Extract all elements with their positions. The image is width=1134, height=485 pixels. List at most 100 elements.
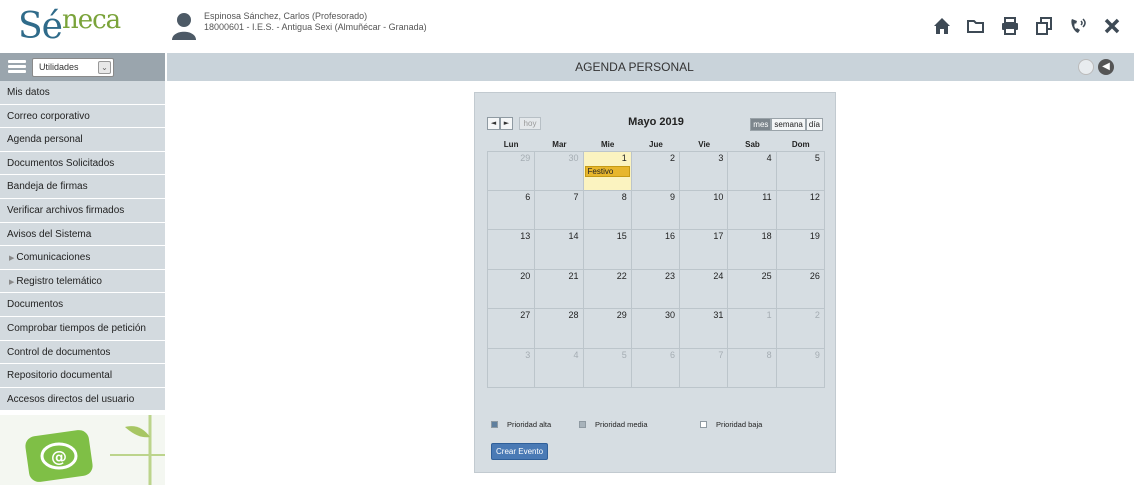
- sidebar-item-label: Documentos Solicitados: [7, 157, 115, 169]
- sidebar-item[interactable]: Avisos del Sistema: [0, 222, 165, 247]
- sidebar-item[interactable]: Control de documentos: [0, 340, 165, 365]
- calendar-day-cell[interactable]: 6: [631, 348, 681, 388]
- calendar-day-cell[interactable]: 31: [680, 309, 729, 349]
- logo-text-main: Sé: [18, 6, 63, 47]
- sidebar-item[interactable]: Repositorio documental: [0, 364, 165, 388]
- calendar-day-cell[interactable]: 11: [728, 190, 777, 230]
- day-number: 4: [766, 153, 772, 163]
- calendar-day-cell[interactable]: 6: [487, 190, 536, 230]
- calendar-day-cell[interactable]: 17: [680, 230, 729, 270]
- day-number: 2: [814, 310, 820, 320]
- day-number: 9: [814, 349, 820, 360]
- calendar-day-cell[interactable]: 27: [487, 309, 536, 349]
- calendar-day-cell[interactable]: 4: [728, 151, 777, 191]
- print-icon[interactable]: [1000, 16, 1020, 36]
- calendar-day-cell[interactable]: 8: [583, 190, 632, 230]
- view-button[interactable]: día: [805, 118, 823, 131]
- sidebar-item[interactable]: Verificar archivos firmados: [0, 198, 165, 223]
- next-month-button[interactable]: ►: [500, 117, 513, 130]
- sidebar-item[interactable]: Mis datos: [0, 81, 165, 105]
- calendar-day-cell[interactable]: 4: [535, 348, 584, 388]
- calendar-day-cell[interactable]: 29: [487, 151, 536, 191]
- sidebar-item[interactable]: Documentos: [0, 293, 165, 317]
- confirm-check-icon[interactable]: [1078, 59, 1094, 75]
- sidebar-item[interactable]: Comprobar tiempos de petición: [0, 316, 165, 341]
- calendar-day-cell[interactable]: 23: [631, 269, 681, 309]
- prev-month-button[interactable]: ◄: [487, 117, 500, 130]
- weekday-label: Jue: [649, 140, 663, 149]
- sidebar-item[interactable]: Correo corporativo: [0, 104, 165, 129]
- calendar-day-cell[interactable]: 30: [535, 151, 584, 191]
- calendar-day-cell[interactable]: 28: [535, 309, 584, 349]
- calendar-day-cell[interactable]: 25: [728, 269, 777, 309]
- calendar-day-cell[interactable]: 19: [776, 230, 825, 270]
- calendar-day-cell[interactable]: 30: [631, 309, 681, 349]
- user-name: Espinosa Sánchez, Carlos (Profesorado): [204, 11, 368, 21]
- today-button[interactable]: hoy: [519, 117, 541, 130]
- calendar-day-cell[interactable]: 10: [680, 190, 729, 230]
- day-number: 4: [573, 349, 579, 360]
- calendar-day-cell[interactable]: 24: [680, 269, 729, 309]
- calendar-week-row: 27 28 29 30 31 1 2: [487, 309, 825, 349]
- sidebar-item-label: Accesos directos del usuario: [7, 393, 135, 405]
- home-icon[interactable]: [932, 16, 952, 36]
- calendar-day-cell[interactable]: 13: [487, 230, 536, 270]
- calendar-day-cell[interactable]: 15: [583, 230, 632, 270]
- view-button[interactable]: mes: [750, 118, 772, 131]
- back-arrow-icon[interactable]: ◀: [1098, 59, 1114, 75]
- calendar-day-cell[interactable]: 29: [583, 309, 632, 349]
- day-number: 28: [568, 310, 579, 320]
- calendar-day-cell[interactable]: 18: [728, 230, 777, 270]
- calendar-day-cell[interactable]: 7: [535, 190, 584, 230]
- day-number: 9: [670, 191, 676, 202]
- calendar-day-cell[interactable]: 16: [631, 230, 681, 270]
- folder-icon[interactable]: [966, 16, 986, 36]
- sidebar-item[interactable]: ▶ Registro telemático: [0, 269, 165, 294]
- copy-icon[interactable]: [1034, 16, 1054, 36]
- logo-text-accent: neca: [61, 5, 121, 35]
- calendar-week-row: 3 4 5 6 7 8 9: [487, 348, 825, 388]
- module-select[interactable]: Utilidades ⌄: [32, 58, 114, 77]
- view-button[interactable]: semana: [771, 118, 806, 131]
- calendar-day-cell[interactable]: 1: [728, 309, 777, 349]
- legend-label: Prioridad baja: [716, 420, 763, 429]
- sidebar-item[interactable]: Bandeja de firmas: [0, 175, 165, 199]
- create-event-button[interactable]: Crear Evento: [491, 443, 549, 460]
- day-number: 14: [568, 231, 579, 241]
- close-icon[interactable]: [1102, 16, 1122, 36]
- calendar-day-cell[interactable]: 3: [487, 348, 536, 388]
- phone-icon[interactable]: [1068, 16, 1088, 36]
- day-number: 3: [525, 349, 531, 360]
- calendar-day-cell[interactable]: 9: [631, 190, 681, 230]
- sidebar-item-label: Repositorio documental: [7, 370, 113, 382]
- sidebar-item[interactable]: Accesos directos del usuario: [0, 387, 165, 412]
- calendar-event[interactable]: Festivo: [584, 166, 630, 177]
- calendar-day-cell[interactable]: 9: [776, 348, 825, 388]
- calendar-day-cell[interactable]: 22: [583, 269, 632, 309]
- view-switcher: mes semana día: [750, 118, 823, 131]
- weekday-label: Lun: [503, 140, 519, 149]
- sidebar-item[interactable]: Documentos Solicitados: [0, 151, 165, 176]
- calendar-day-cell[interactable]: 20: [487, 269, 536, 309]
- calendar-day-cell[interactable]: 2: [776, 309, 825, 349]
- expand-triangle-icon: ▶: [9, 255, 15, 263]
- calendar-day-cell[interactable]: 1 Festivo: [583, 151, 632, 191]
- day-number: 10: [713, 191, 724, 202]
- calendar-day-cell[interactable]: 3: [680, 151, 729, 191]
- calendar-day-cell[interactable]: 5: [776, 151, 825, 191]
- hamburger-menu-icon[interactable]: [8, 60, 26, 74]
- calendar-day-cell[interactable]: 2: [631, 151, 681, 191]
- sidebar-item[interactable]: Agenda personal: [0, 128, 165, 152]
- day-number: 20: [520, 270, 531, 281]
- day-number: 1: [766, 310, 772, 320]
- calendar-day-cell[interactable]: 14: [535, 230, 584, 270]
- day-number: 1: [621, 153, 627, 163]
- calendar-day-cell[interactable]: 26: [776, 269, 825, 309]
- sidebar-item[interactable]: ▶ Comunicaciones: [0, 246, 165, 270]
- calendar-day-cell[interactable]: 12: [776, 190, 825, 230]
- calendar-day-cell[interactable]: 7: [680, 348, 729, 388]
- sidebar-item-label: Bandeja de firmas: [7, 181, 88, 193]
- calendar-day-cell[interactable]: 21: [535, 269, 584, 309]
- calendar-day-cell[interactable]: 5: [583, 348, 632, 388]
- calendar-day-cell[interactable]: 8: [728, 348, 777, 388]
